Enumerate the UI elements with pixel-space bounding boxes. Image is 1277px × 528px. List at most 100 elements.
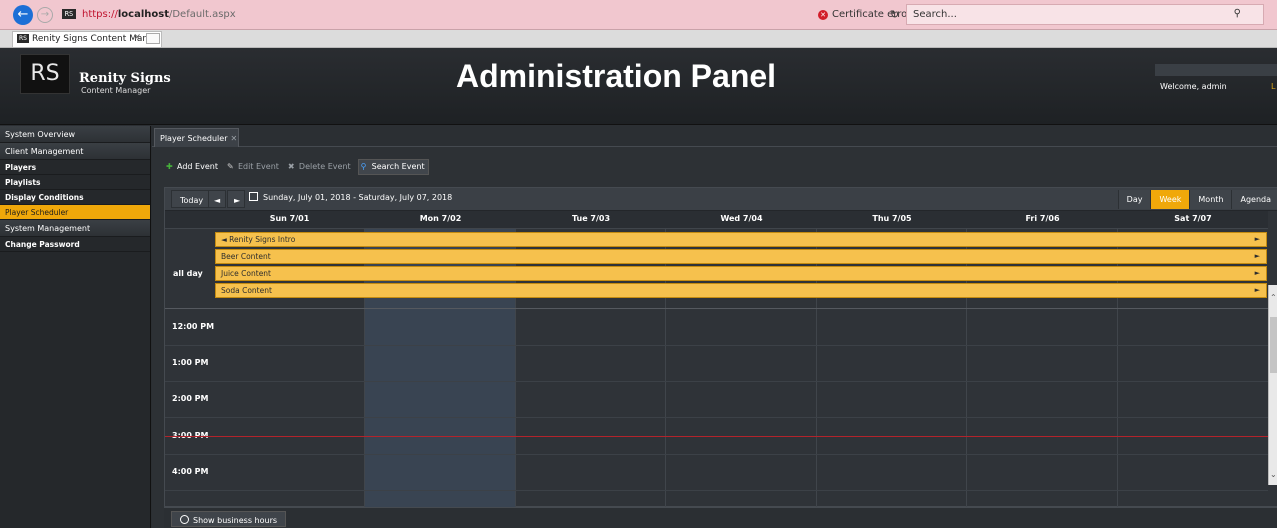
search-event-button[interactable]: ⚲ Search Event (357, 159, 429, 175)
browser-search-input[interactable]: Search... ⚲ (906, 4, 1264, 25)
view-day-button[interactable]: Day (1117, 190, 1151, 209)
add-event-button[interactable]: ✚ Add Event (164, 159, 221, 175)
all-day-event[interactable]: Beer Content ► (215, 249, 1267, 264)
day-header: Tue 7/03 (571, 214, 611, 223)
sidebar-item-display-conditions[interactable]: Display Conditions (0, 190, 150, 205)
all-day-event[interactable]: Juice Content ► (215, 266, 1267, 281)
url-scheme: https:// (82, 9, 118, 20)
today-button[interactable]: Today (171, 190, 213, 208)
new-tab-button[interactable] (146, 33, 160, 44)
search-icon: ⚲ (360, 162, 367, 171)
search-icon[interactable]: ⚲ (1234, 8, 1241, 19)
sidebar-item-system-overview[interactable]: System Overview (0, 126, 150, 143)
browser-tab[interactable]: RS Renity Signs Content Mana ✕ (12, 31, 162, 47)
sidebar-item-player-scheduler[interactable]: Player Scheduler (0, 205, 150, 220)
view-week-button[interactable]: Week (1150, 190, 1190, 209)
view-agenda-button[interactable]: Agenda (1231, 190, 1277, 209)
sidebar-item-players[interactable]: Players (0, 160, 150, 175)
sidebar-item-change-password[interactable]: Change Password (0, 237, 150, 252)
welcome-text: Welcome, admin (1160, 82, 1227, 91)
app-header: RS Renity Signs Content Manager Administ… (0, 48, 1277, 125)
url-host: localhost (117, 9, 169, 20)
brand-subtitle: Content Manager (81, 86, 151, 95)
plus-icon: ✚ (166, 162, 173, 171)
day-header: Wed 7/04 (720, 214, 763, 223)
page-title: Administration Panel (456, 58, 777, 94)
all-day-event[interactable]: ◄ Renity Signs Intro ► (215, 232, 1267, 247)
event-continues-icon: ► (1254, 252, 1260, 260)
vertical-scrollbar[interactable]: ⌃ ⌄ (1268, 285, 1277, 485)
delete-icon: ✖ (287, 162, 295, 171)
edit-event-button[interactable]: ✎ Edit Event (225, 159, 282, 175)
browser-address-bar: ← → RS https://localhost/Default.aspx ✕ C… (0, 0, 1277, 30)
brand-logo: RS (20, 54, 70, 94)
url-field[interactable]: https://localhost/Default.aspx (82, 9, 236, 20)
event-continues-icon: ► (1254, 269, 1260, 277)
browser-tabs-row: RS Renity Signs Content Mana ✕ (0, 30, 1277, 48)
hour-line (165, 417, 1268, 418)
time-label: 1:00 PM (172, 358, 209, 367)
brand-name: Renity Signs (79, 71, 171, 86)
add-event-label: Add Event (177, 162, 218, 171)
refresh-icon[interactable]: ↻ (890, 8, 899, 21)
hour-line (165, 345, 1268, 346)
time-label: 2:00 PM (172, 394, 209, 403)
sidebar-item-system-management[interactable]: System Management (0, 220, 150, 237)
scroll-up-icon[interactable]: ⌃ (1270, 293, 1277, 302)
user-box (1155, 64, 1277, 76)
tab-player-scheduler[interactable]: Player Scheduler ✕ (154, 128, 239, 147)
scroll-down-icon[interactable]: ⌄ (1270, 470, 1277, 479)
back-arrow-icon[interactable]: ← (13, 5, 33, 25)
view-month-button[interactable]: Month (1189, 190, 1232, 209)
main-content: Player Scheduler ✕ ✚ Add Event ✎ Edit Event… (152, 126, 1277, 528)
sidebar-item-client-management[interactable]: Client Management (0, 143, 150, 160)
hour-line (165, 454, 1268, 455)
close-icon[interactable]: ✕ (231, 134, 238, 143)
show-business-hours-button[interactable]: Show business hours (171, 511, 287, 527)
event-toolbar: ✚ Add Event ✎ Edit Event ✖ Delete Event ⚲ Se… (164, 159, 433, 175)
close-tab-icon[interactable]: ✕ (133, 33, 141, 43)
scheduler-footer: Show business hours (164, 507, 1277, 528)
sidebar-item-playlists[interactable]: Playlists (0, 175, 150, 190)
day-header: Sat 7/07 (1174, 214, 1212, 223)
date-range[interactable]: Sunday, July 01, 2018 - Saturday, July 0… (249, 192, 452, 202)
hour-line (165, 490, 1268, 491)
all-day-label: all day (173, 269, 203, 278)
forward-arrow-icon[interactable]: → (37, 7, 53, 23)
search-placeholder: Search... (913, 9, 957, 20)
certificate-error-label: Certificate error (832, 9, 912, 20)
sidebar: System Overview Client Management Player… (0, 126, 151, 528)
scheduler-toolbar: Today ◄ ► Sunday, July 01, 2018 - Saturd… (165, 188, 1277, 211)
day-header: Thu 7/05 (872, 214, 912, 223)
site-favicon-icon: RS (62, 9, 76, 19)
time-label: 4:00 PM (172, 467, 209, 476)
tab-favicon-icon: RS (17, 34, 29, 43)
day-header: Mon 7/02 (419, 214, 462, 223)
event-title: Beer Content (221, 252, 271, 261)
event-continues-icon: ► (1254, 286, 1260, 294)
pencil-icon: ✎ (226, 162, 234, 171)
all-day-event[interactable]: Soda Content ► (215, 283, 1267, 298)
prev-week-button[interactable]: ◄ (208, 190, 226, 208)
url-path: /Default.aspx (168, 9, 236, 20)
logout-link[interactable]: L (1271, 82, 1275, 91)
next-week-button[interactable]: ► (227, 190, 245, 208)
day-header: Sun 7/01 (269, 214, 310, 223)
event-title: Soda Content (221, 286, 272, 295)
scheduler: Today ◄ ► Sunday, July 01, 2018 - Saturd… (164, 187, 1277, 508)
date-range-label: Sunday, July 01, 2018 - Saturday, July 0… (263, 193, 453, 202)
all-day-separator (165, 308, 1268, 309)
calendar-icon (249, 192, 258, 201)
delete-event-button[interactable]: ✖ Delete Event (286, 159, 354, 175)
week-grid: Sun 7/01 Mon 7/02 Tue 7/03 Wed 7/04 Thu … (165, 211, 1268, 508)
search-event-label: Search Event (371, 162, 425, 171)
clock-icon (180, 515, 189, 524)
scrollbar-thumb[interactable] (1270, 317, 1277, 373)
tab-label: Player Scheduler (160, 134, 228, 143)
edit-event-label: Edit Event (237, 162, 279, 171)
panel-tabstrip: Player Scheduler ✕ (152, 126, 1277, 147)
day-header: Fri 7/06 (1025, 214, 1060, 223)
delete-event-label: Delete Event (298, 162, 351, 171)
time-label: 12:00 PM (172, 322, 215, 331)
event-title: ◄ Renity Signs Intro (221, 235, 296, 244)
